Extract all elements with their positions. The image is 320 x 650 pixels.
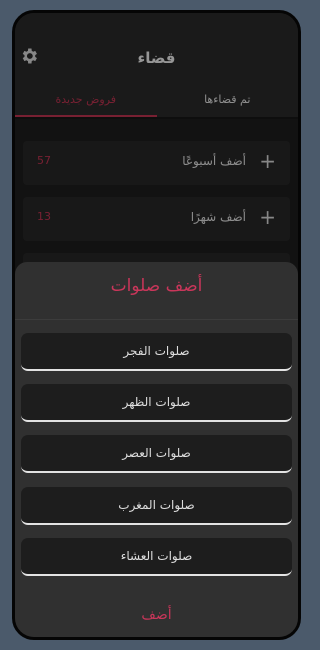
bottom-sheet: أضف صلوات صلوات الفجر صلوات الظهر صلوات … — [15, 262, 298, 637]
phone-frame: قضاء فروض جديدة تم قضاءها 57 أضف أسبوعًا… — [12, 10, 301, 640]
divider — [15, 319, 298, 320]
option-fajr[interactable]: صلوات الفجر — [21, 333, 292, 371]
option-maghrib[interactable]: صلوات المغرب — [21, 487, 292, 525]
sheet-title: أضف صلوات — [110, 276, 203, 296]
option-asr[interactable]: صلوات العصر — [21, 435, 292, 473]
add-button[interactable]: أضف — [15, 607, 298, 623]
option-dhuhr[interactable]: صلوات الظهر — [21, 384, 292, 422]
option-isha[interactable]: صلوات العشاء — [21, 538, 292, 576]
